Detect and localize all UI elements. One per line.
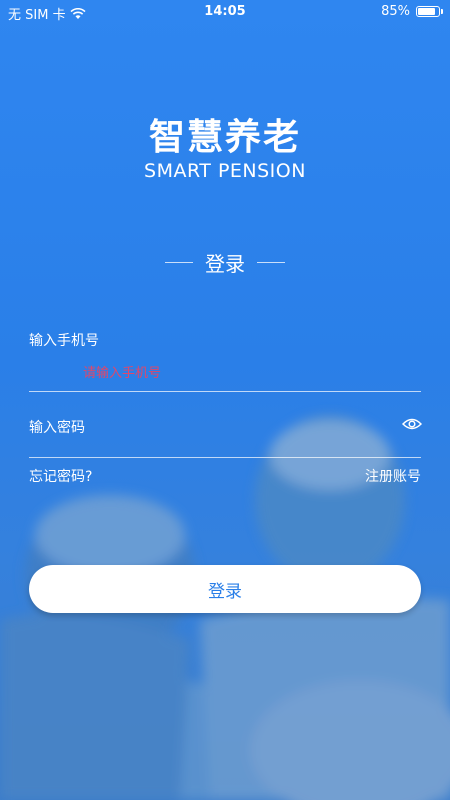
battery-percent: 85% bbox=[381, 4, 410, 19]
login-button[interactable]: 登录 bbox=[29, 565, 421, 613]
login-heading: 登录 bbox=[205, 252, 245, 276]
password-input[interactable] bbox=[130, 414, 390, 436]
divider-left bbox=[165, 262, 193, 263]
divider-right bbox=[257, 262, 285, 263]
login-screen: 无 SIM 卡 14:05 85% 智慧养老 SMART PENSION 登录 … bbox=[0, 0, 450, 800]
app-subtitle: SMART PENSION bbox=[144, 160, 306, 182]
password-label: 输入密码 bbox=[29, 420, 85, 436]
password-underline bbox=[29, 457, 421, 458]
battery-level bbox=[418, 8, 435, 15]
app-title: 智慧养老 bbox=[148, 117, 301, 158]
eye-icon[interactable] bbox=[402, 416, 422, 432]
register-link[interactable]: 注册账号 bbox=[365, 466, 421, 486]
forgot-password-link[interactable]: 忘记密码? bbox=[29, 466, 92, 486]
login-section-title: 登录 bbox=[0, 248, 450, 277]
phone-label: 输入手机号 bbox=[29, 333, 99, 349]
phone-input[interactable] bbox=[83, 362, 413, 384]
status-bar: 无 SIM 卡 14:05 85% bbox=[0, 0, 450, 24]
battery-icon bbox=[416, 6, 443, 17]
phone-underline bbox=[29, 391, 421, 392]
status-right: 85% bbox=[381, 4, 443, 19]
